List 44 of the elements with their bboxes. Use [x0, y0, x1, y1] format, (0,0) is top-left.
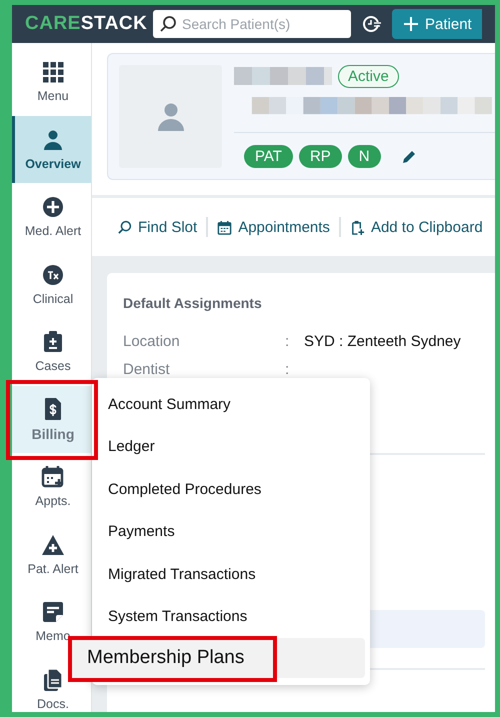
logo: CARESTACK [25, 13, 148, 35]
status-badge: Active [338, 65, 399, 88]
action-link[interactable]: Add to Clipboard [350, 218, 483, 236]
note-icon [41, 600, 65, 624]
sidebar-item[interactable]: Med. Alert [12, 183, 91, 250]
dropdown-option[interactable]: Migrated Transactions [98, 553, 370, 596]
separator-colon: : [285, 361, 290, 378]
search-field[interactable]: Search Patient(s) [153, 10, 351, 38]
calendar-icon [41, 465, 65, 490]
plus-circle-icon [41, 195, 65, 220]
sidebar-item[interactable]: Clinical [12, 250, 91, 318]
person-icon [41, 128, 65, 152]
person-icon [158, 102, 184, 130]
grid-icon [41, 60, 65, 84]
field-value: SYD : Zenteeth Sydney [304, 333, 461, 350]
pencil-icon[interactable] [400, 148, 417, 164]
add-patient-button[interactable]: Patient [392, 9, 482, 39]
clipboard-add-icon [350, 220, 365, 234]
sidebar-item[interactable]: Cases [12, 318, 91, 386]
dropdown-option[interactable]: Membership Plans [70, 638, 365, 678]
clipboard-icon [41, 330, 65, 354]
warning-icon [41, 532, 65, 557]
search-icon [117, 220, 132, 234]
dropdown-option[interactable]: Completed Procedures [98, 468, 370, 510]
dropdown-option[interactable]: Payments [98, 510, 370, 553]
separator-colon: : [285, 333, 290, 350]
action-link[interactable]: Appointments [217, 218, 330, 236]
sidebar-item[interactable]: Overview [12, 116, 91, 183]
sidebar-item[interactable]: Menu [12, 48, 91, 116]
section-title: Default Assignments [123, 295, 263, 311]
field-label: Dentist [123, 361, 171, 378]
dropdown-option[interactable]: Account Summary [98, 383, 370, 426]
sidebar-item[interactable]: Billing [12, 386, 91, 453]
sidebar-item[interactable]: Appts. [12, 453, 91, 520]
plus-icon [404, 17, 418, 31]
search-icon [159, 15, 177, 33]
field-label: Location [123, 333, 181, 350]
calendar-icon [217, 220, 232, 234]
clock-list-icon[interactable] [362, 14, 382, 34]
dropdown-option[interactable]: System Transactions [98, 596, 370, 638]
prescription-icon [41, 262, 65, 287]
sidebar-item[interactable]: Pat. Alert [12, 520, 91, 588]
dropdown-option[interactable]: Ledger [98, 426, 370, 468]
action-link[interactable]: Find Slot [117, 218, 198, 236]
